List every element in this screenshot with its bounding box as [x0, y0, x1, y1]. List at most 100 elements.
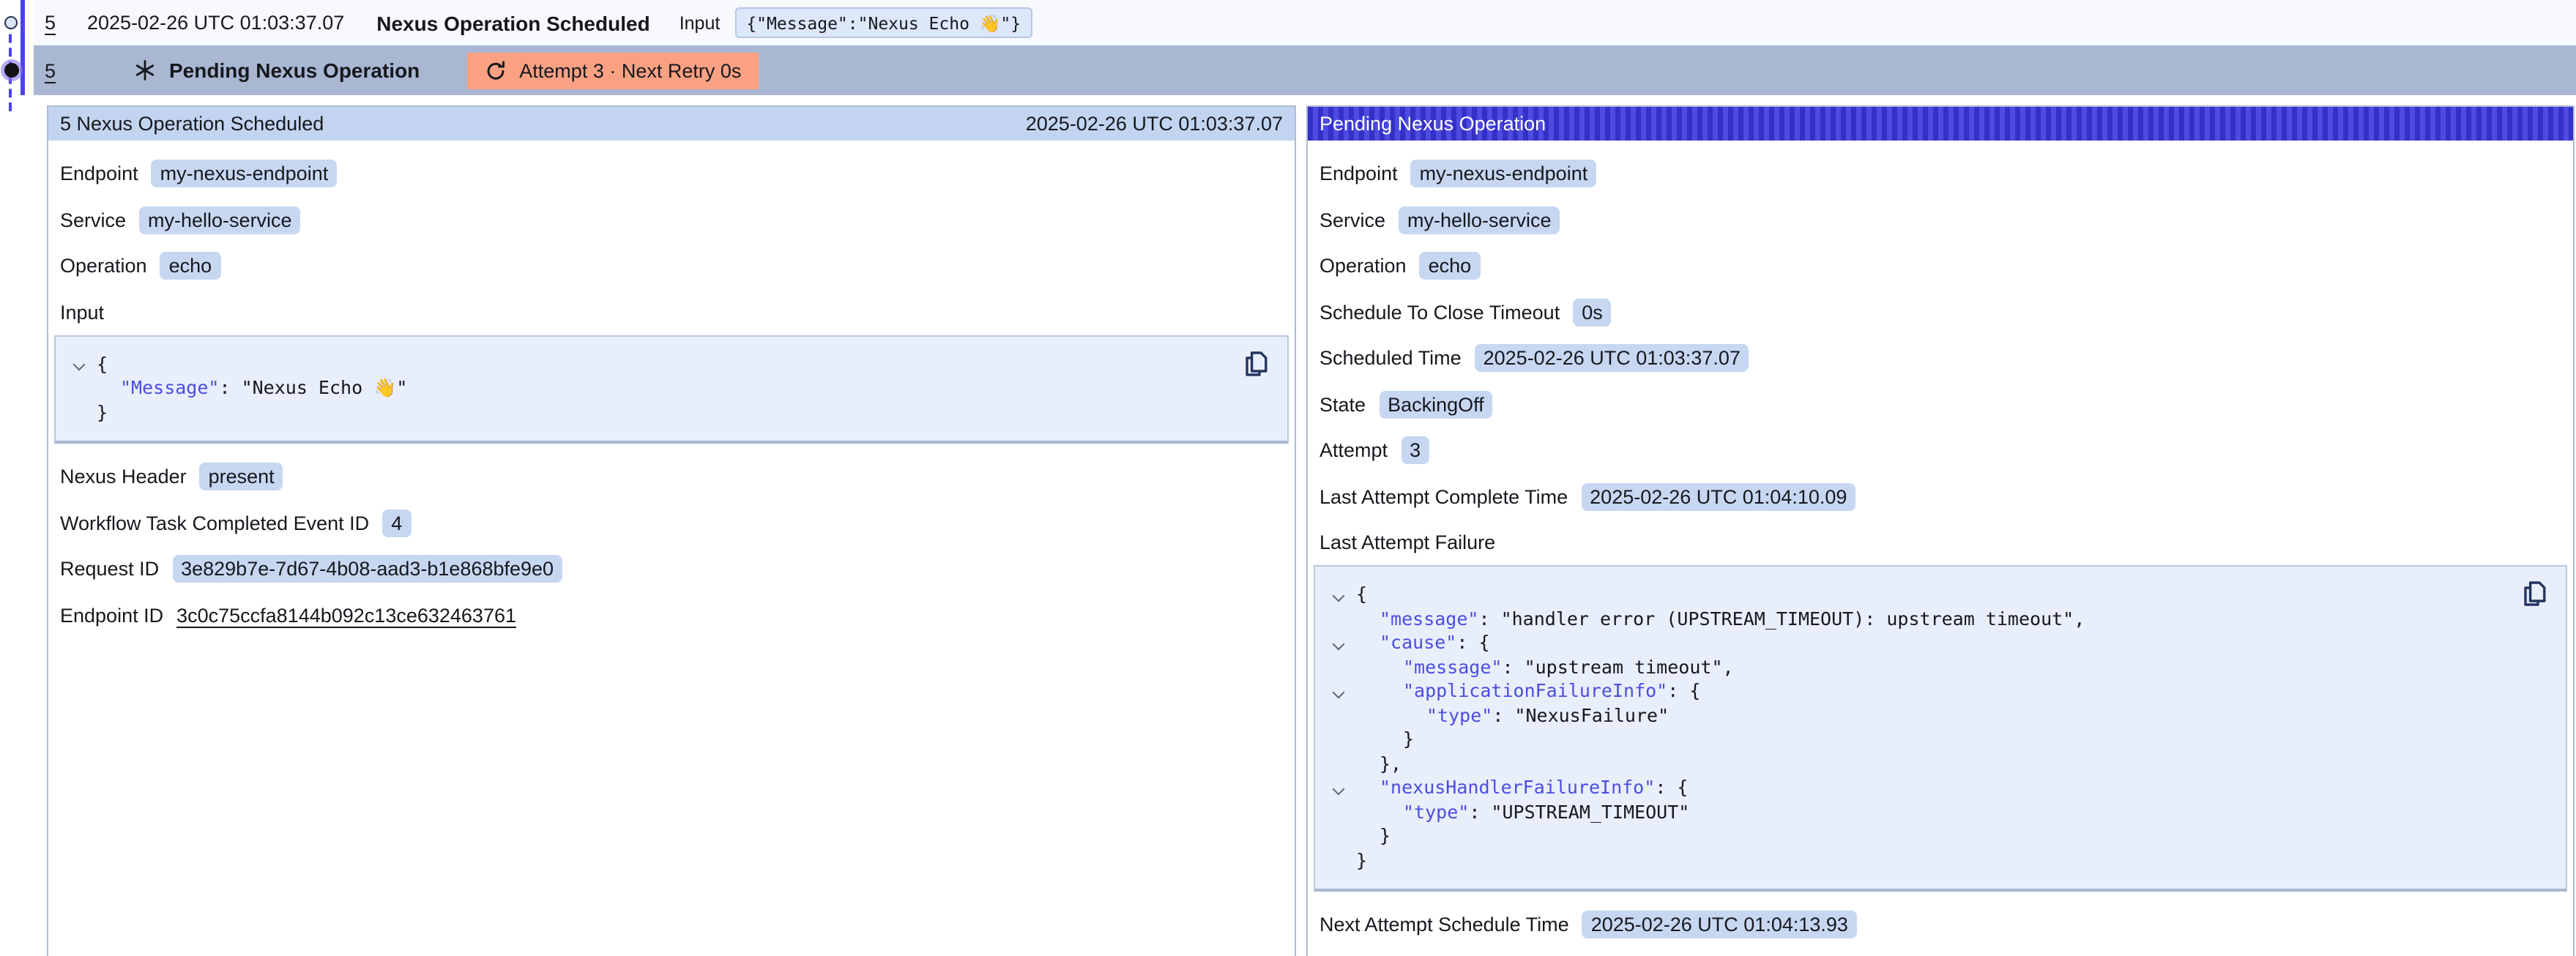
json-line: } [1330, 824, 2501, 848]
field-label: Endpoint [1319, 163, 1398, 184]
field-row: Endpointmy-nexus-endpoint [1319, 158, 2561, 189]
event-detail-panels: 5 Nexus Operation Scheduled 2025-02-26 U… [47, 105, 2575, 956]
json-key: "applicationFailureInfo" [1403, 679, 1667, 701]
json-line: } [1330, 728, 2501, 752]
json-line: "type": "NexusFailure" [1330, 703, 2501, 728]
scheduled-event-panel: 5 Nexus Operation Scheduled 2025-02-26 U… [47, 105, 1296, 956]
json-line-text: "nexusHandlerFailureInfo": { [1356, 776, 1688, 800]
field-value-badge: 2025-02-26 UTC 01:04:10.09 [1581, 482, 1855, 510]
event-row-pending[interactable]: 5 Pending Nexus Operation Attempt 3 · Ne… [33, 45, 2576, 95]
json-key: "type" [1403, 800, 1469, 822]
json-text: { [1356, 583, 1367, 605]
field-value-badge: present [200, 463, 283, 490]
field-group: Endpointmy-nexus-endpointServicemy-hello… [1319, 158, 2561, 512]
event-input-value-chip: {"Message":"Nexus Echo 👋"} [734, 7, 1032, 38]
field-row: Operation echo [60, 250, 1283, 281]
field-value-badge: 2025-02-26 UTC 01:04:13.93 [1582, 911, 1857, 938]
json-text: } [97, 400, 108, 422]
field-value-badge: echo [160, 252, 221, 280]
event-history-view: 5 2025-02-26 UTC 01:03:37.07 Nexus Opera… [0, 0, 2576, 956]
field-group: Nexus Headerpresent Workflow Task Complet… [60, 461, 1283, 584]
field-row: Nexus Headerpresent [60, 461, 1283, 492]
json-line-text: } [97, 400, 108, 425]
json-line-text: "message": "handler error (UPSTREAM_TIME… [1356, 607, 2085, 631]
json-line: } [1330, 848, 2501, 873]
event-id-link[interactable]: 5 [45, 59, 58, 81]
collapse-chevron-icon[interactable] [1330, 776, 1356, 800]
field-value-badge: my-hello-service [139, 206, 301, 234]
json-line: "applicationFailureInfo": { [1330, 679, 2501, 703]
pending-panel-header: Pending Nexus Operation [1308, 107, 2573, 141]
event-marker-open-icon [4, 15, 18, 29]
field-label: Input [60, 301, 104, 323]
json-line-text: "Message": "Nexus Echo 👋" [97, 376, 407, 400]
json-line-text: } [1356, 848, 1367, 873]
json-line-gutter [1330, 703, 1356, 728]
event-id-link[interactable]: 5 [45, 12, 58, 34]
copy-button[interactable] [1243, 349, 1273, 378]
pending-operation-panel: Pending Nexus Operation Endpointmy-nexus… [1306, 105, 2575, 956]
json-line-text: "type": "UPSTREAM_TIMEOUT" [1356, 800, 1689, 824]
json-line-gutter [1330, 848, 1356, 873]
json-line: "nexusHandlerFailureInfo": { [1330, 776, 2501, 800]
field-label: State [1319, 393, 1366, 415]
attempt-retry-badge: Attempt 3 · Next Retry 0s [466, 52, 759, 89]
json-key: "message" [1403, 655, 1502, 677]
field-row: Input [60, 296, 1283, 327]
json-text: : { [1655, 776, 1688, 798]
json-line-text: } [1356, 728, 1414, 752]
json-text: : "NexusFailure" [1492, 703, 1669, 725]
json-text: : "handler error (UPSTREAM_TIMEOUT): ups… [1478, 607, 2085, 629]
collapse-chevron-icon[interactable] [1330, 631, 1356, 655]
field-row: Attempt3 [1319, 435, 2561, 466]
copy-icon [2522, 580, 2548, 608]
field-row: Endpoint my-nexus-endpoint [60, 158, 1283, 189]
field-label: Next Attempt Schedule Time [1319, 914, 1569, 936]
json-line-text: }, [1356, 752, 1401, 776]
endpoint-id-link[interactable]: 3c0c75ccfa8144b092c13ce632463761 [176, 604, 516, 626]
collapse-chevron-icon[interactable] [1330, 583, 1356, 607]
field-row: StateBackingOff [1319, 389, 2561, 419]
event-row-scheduled[interactable]: 5 2025-02-26 UTC 01:03:37.07 Nexus Opera… [33, 0, 2576, 45]
field-label: Scheduled Time [1319, 347, 1462, 369]
json-line-text: "type": "NexusFailure" [1356, 703, 1669, 728]
event-title: Pending Nexus Operation [169, 59, 420, 82]
json-line-gutter [1330, 728, 1356, 752]
field-label: Workflow Task Completed Event ID [60, 512, 369, 534]
json-line-gutter [1330, 607, 1356, 631]
json-line-text: "applicationFailureInfo": { [1356, 679, 1700, 703]
json-line: { [70, 352, 1223, 376]
event-title: Nexus Operation Scheduled [376, 11, 649, 34]
field-row: Workflow Task Completed Event ID 4 [60, 507, 1283, 538]
json-text: { [97, 352, 108, 374]
copy-button[interactable] [2522, 580, 2551, 609]
field-label: Attempt [1319, 439, 1388, 461]
json-line-text: { [1356, 583, 1367, 607]
json-text: } [1403, 728, 1414, 750]
attempt-badge-label: Attempt 3 · Next Retry 0s [519, 59, 741, 81]
field-value-badge: my-nexus-endpoint [152, 160, 338, 187]
event-marker-current-icon [4, 62, 18, 77]
field-label: Endpoint ID [60, 604, 163, 626]
field-value-badge: 4 [382, 509, 411, 537]
json-text: : { [1667, 679, 1700, 701]
json-text: : { [1456, 631, 1489, 653]
panel-title: Pending Nexus Operation [1319, 113, 1546, 135]
collapse-chevron-icon[interactable] [70, 352, 97, 376]
field-label: Operation [1319, 255, 1407, 277]
panel-timestamp: 2025-02-26 UTC 01:03:37.07 [1026, 113, 1283, 135]
field-label: Endpoint [60, 163, 138, 184]
json-line-gutter [1330, 655, 1356, 679]
field-row: Last Attempt Complete Time2025-02-26 UTC… [1319, 481, 2561, 512]
json-key: "nexusHandlerFailureInfo" [1380, 776, 1655, 798]
field-label: Request ID [60, 558, 159, 580]
field-label: Operation [60, 255, 147, 277]
json-line-text: "message": "upstream timeout", [1356, 655, 1734, 679]
timeline-rail [0, 0, 32, 956]
json-text: }, [1380, 752, 1401, 774]
field-row: Servicemy-hello-service [60, 204, 1283, 235]
json-line-text: { [97, 352, 108, 376]
json-line-gutter [70, 376, 97, 400]
event-input-label: Input [680, 12, 721, 33]
collapse-chevron-icon[interactable] [1330, 679, 1356, 703]
